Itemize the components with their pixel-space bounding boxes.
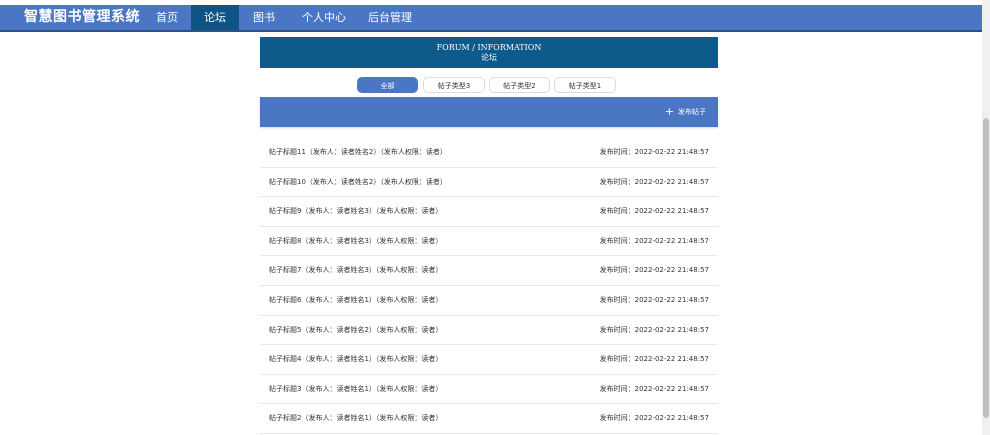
plus-icon: +: [664, 105, 674, 118]
post-title[interactable]: 帖子标题11（发布人：读者姓名2）（发布人权限：读者）: [269, 138, 447, 166]
post-time: 发布时间：2022-02-22 21:48:57: [599, 325, 709, 334]
post-title[interactable]: 帖子标题3（发布人：读者姓名1）（发布人权限：读者）: [269, 375, 442, 403]
nav-item-books[interactable]: 图书: [244, 5, 284, 30]
banner-title-en: FORUM / INFORMATION: [436, 43, 542, 52]
publish-post-label: 发布帖子: [678, 108, 706, 116]
filter-all[interactable]: 全部: [357, 77, 418, 93]
post-row[interactable]: 帖子标题7（发布人：读者姓名3）（发布人权限：读者） 发布时间：2022-02-…: [260, 256, 718, 286]
top-nav: 智慧图书管理系统 首页 论坛 图书 个人中心 后台管理: [0, 5, 982, 30]
post-row[interactable]: 帖子标题9（发布人：读者姓名3）（发布人权限：读者） 发布时间：2022-02-…: [260, 197, 718, 227]
post-row[interactable]: 帖子标题5（发布人：读者姓名2）（发布人权限：读者） 发布时间：2022-02-…: [260, 316, 718, 346]
post-row[interactable]: 帖子标题10（发布人：读者姓名2）（发布人权限：读者） 发布时间：2022-02…: [260, 168, 718, 198]
post-row[interactable]: 帖子标题6（发布人：读者姓名1）（发布人权限：读者） 发布时间：2022-02-…: [260, 286, 718, 316]
nav-item-forum[interactable]: 论坛: [191, 5, 239, 30]
post-title[interactable]: 帖子标题6（发布人：读者姓名1）（发布人权限：读者）: [269, 286, 442, 314]
post-row[interactable]: 帖子标题3（发布人：读者姓名1）（发布人权限：读者） 发布时间：2022-02-…: [260, 375, 718, 405]
filter-type3[interactable]: 帖子类型3: [423, 77, 485, 93]
nav-item-profile[interactable]: 个人中心: [296, 5, 352, 30]
nav-item-home[interactable]: 首页: [146, 5, 188, 30]
post-title[interactable]: 帖子标题9（发布人：读者姓名3）（发布人权限：读者）: [269, 197, 442, 225]
post-title[interactable]: 帖子标题10（发布人：读者姓名2）（发布人权限：读者）: [269, 168, 447, 196]
nav-item-admin[interactable]: 后台管理: [362, 5, 418, 30]
page-banner: FORUM / INFORMATION 论坛: [260, 37, 718, 68]
publish-post-button[interactable]: + 发布帖子: [665, 97, 706, 127]
post-time: 发布时间：2022-02-22 21:48:57: [599, 295, 709, 304]
nav-divider: [0, 30, 982, 32]
post-title[interactable]: 帖子标题5（发布人：读者姓名2）（发布人权限：读者）: [269, 316, 442, 344]
filter-type1[interactable]: 帖子类型1: [554, 77, 616, 93]
site-brand[interactable]: 智慧图书管理系统: [24, 5, 140, 30]
post-row[interactable]: 帖子标题4（发布人：读者姓名1）（发布人权限：读者） 发布时间：2022-02-…: [260, 345, 718, 375]
post-row[interactable]: 帖子标题11（发布人：读者姓名2）（发布人权限：读者） 发布时间：2022-02…: [260, 138, 718, 168]
post-title[interactable]: 帖子标题2（发布人：读者姓名1）（发布人权限：读者）: [269, 404, 442, 432]
post-row[interactable]: 帖子标题2（发布人：读者姓名1）（发布人权限：读者） 发布时间：2022-02-…: [260, 404, 718, 434]
post-time: 发布时间：2022-02-22 21:48:57: [599, 414, 709, 423]
banner-title-cn: 论坛: [481, 53, 497, 62]
post-time: 发布时间：2022-02-22 21:48:57: [599, 177, 709, 186]
post-time: 发布时间：2022-02-22 21:48:57: [599, 236, 709, 245]
post-row[interactable]: 帖子标题8（发布人：读者姓名3）（发布人权限：读者） 发布时间：2022-02-…: [260, 227, 718, 257]
post-time: 发布时间：2022-02-22 21:48:57: [599, 148, 709, 156]
post-time: 发布时间：2022-02-22 21:48:57: [599, 207, 709, 216]
filter-type2[interactable]: 帖子类型2: [489, 77, 550, 93]
post-list: 帖子标题11（发布人：读者姓名2）（发布人权限：读者） 发布时间：2022-02…: [260, 138, 718, 434]
post-title[interactable]: 帖子标题7（发布人：读者姓名3）（发布人权限：读者）: [269, 256, 442, 284]
post-time: 发布时间：2022-02-22 21:48:57: [599, 355, 709, 364]
post-time: 发布时间：2022-02-22 21:48:57: [599, 384, 709, 393]
post-time: 发布时间：2022-02-22 21:48:57: [599, 266, 709, 275]
forum-action-bar: + 发布帖子: [260, 97, 718, 127]
post-title[interactable]: 帖子标题8（发布人：读者姓名3）（发布人权限：读者）: [269, 227, 442, 255]
post-title[interactable]: 帖子标题4（发布人：读者姓名1）（发布人权限：读者）: [269, 345, 442, 373]
page-scrollbar-thumb[interactable]: [983, 118, 989, 418]
